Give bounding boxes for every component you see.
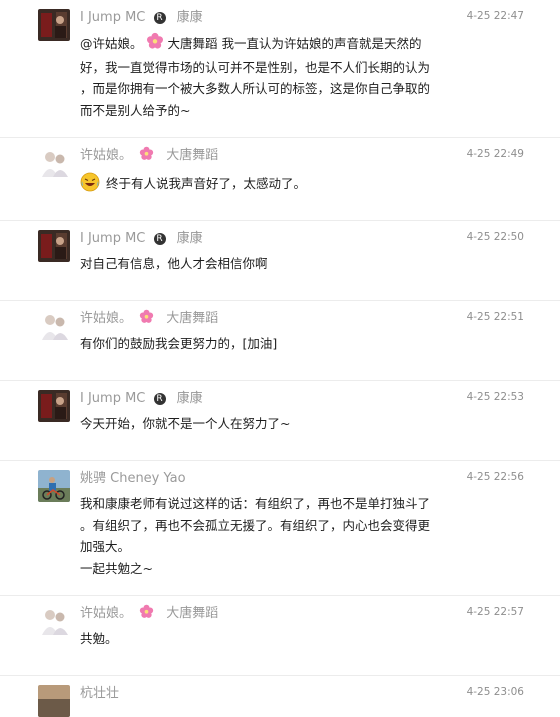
comment-text: 对自己有信息，他人才会相信你啊: [80, 253, 524, 275]
user-tag[interactable]: 康康: [177, 10, 203, 25]
comment-time: 4-25 22:50: [466, 231, 524, 243]
comment-list: I Jump MC R 康康 4-25 22:47 @许姑娘。 大唐舞蹈 我一直认…: [0, 0, 560, 717]
comment-text-line: 而不是别人给予的~: [80, 102, 191, 118]
comment-header: I Jump MC R 康康: [80, 8, 524, 28]
comment-text-line: 一起共勉之~: [80, 560, 153, 576]
comment-item: 杭壮壮 4-25 23:06: [0, 676, 560, 717]
comment-time: 4-25 22:47: [466, 10, 524, 22]
comment-time: 4-25 23:06: [466, 686, 524, 698]
avatar[interactable]: [38, 147, 70, 179]
comment-header: 杭壮壮: [80, 684, 524, 704]
user-name[interactable]: 姚骋 Cheney Yao: [80, 471, 186, 486]
user-name[interactable]: 许姑娘。: [80, 148, 132, 163]
user-name[interactable]: I Jump MC: [80, 391, 145, 406]
comment-item: 许姑娘。 大唐舞蹈 4-25 22:49 终于有人说我声音好了，太感动了。: [0, 138, 560, 221]
flower-icon: [139, 309, 154, 331]
comment-item: 许姑娘。 大唐舞蹈 4-25 22:57 共勉。: [0, 596, 560, 676]
user-name[interactable]: 杭壮壮: [80, 686, 119, 701]
comment-item: 姚骋 Cheney Yao 4-25 22:56 我和康康老师有说过这样的话：有…: [0, 461, 560, 596]
comment-text-line: 好，我一直觉得市场的认可并不是性别，也是不人们长期的认为: [80, 59, 431, 75]
comment-item: I Jump MC R 康康 4-25 22:53 今天开始，你就不是一个人在努…: [0, 381, 560, 461]
comment-text-line: 今天开始，你就不是一个人在努力了~: [80, 416, 291, 431]
comment-text-line: 共勉。: [80, 631, 118, 646]
flower-icon: [139, 146, 154, 168]
avatar[interactable]: [38, 230, 70, 262]
comment-text: 有你们的鼓励我会更努力的，[加油]: [80, 333, 524, 355]
user-name[interactable]: 许姑娘。: [80, 606, 132, 621]
flower-icon: [139, 604, 154, 626]
comment-header: 姚骋 Cheney Yao: [80, 469, 524, 489]
comment-text-line: ，而是你拥有一个被大多数人所认可的标签，这是你自己争取的: [80, 81, 431, 96]
comment-text: 我和康康老师有说过这样的话：有组织了，再也不是单打独斗了 。有组织了，再也不会孤…: [80, 493, 524, 579]
flower-icon: [146, 32, 164, 57]
comment-text: @许姑娘。 大唐舞蹈 我一直认为许姑娘的声音就是天然的 好，我一直觉得市场的认可并…: [80, 32, 524, 121]
comment-text: 共勉。: [80, 628, 524, 650]
comment-time: 4-25 22:49: [466, 148, 524, 160]
comment-header: 许姑娘。 大唐舞蹈: [80, 604, 524, 624]
avatar[interactable]: [38, 605, 70, 637]
user-name[interactable]: I Jump MC: [80, 231, 145, 246]
verified-icon: R: [153, 12, 166, 24]
verified-icon: R: [153, 233, 166, 245]
avatar[interactable]: [38, 310, 70, 342]
comment-text-line: 终于有人说我声音好了，太感动了。: [106, 176, 307, 191]
comment-text-line: 对自己有信息，他人才会相信你啊: [80, 256, 268, 271]
mention-link[interactable]: @许姑娘。: [80, 36, 143, 51]
comment-item: I Jump MC R 康康 4-25 22:50 对自己有信息，他人才会相信你…: [0, 221, 560, 301]
comment-header: 许姑娘。 大唐舞蹈: [80, 309, 524, 329]
laughing-crying-emoji-icon: [80, 172, 100, 199]
topic-tag[interactable]: 大唐舞蹈: [168, 36, 218, 51]
avatar[interactable]: [38, 9, 70, 41]
comment-text: 终于有人说我声音好了，太感动了。: [80, 172, 524, 199]
user-tag[interactable]: 大唐舞蹈: [166, 606, 218, 621]
comment-text-line: 我和康康老师有说过这样的话：有组织了，再也不是单打独斗了: [80, 496, 431, 511]
comment-header: 许姑娘。 大唐舞蹈: [80, 146, 524, 166]
comment-text-line: 加强大。: [80, 539, 131, 554]
comment-text-line: 有你们的鼓励我会更努力的，[加油]: [80, 336, 278, 351]
comment-item: 许姑娘。 大唐舞蹈 4-25 22:51 有你们的鼓励我会更努力的，[加油]: [0, 301, 560, 381]
user-tag[interactable]: 康康: [177, 231, 203, 246]
user-tag[interactable]: 大唐舞蹈: [166, 311, 218, 326]
comment-text-line: 。有组织了，再也不会孤立无援了。有组织了，内心也会变得更: [80, 517, 431, 533]
comment-time: 4-25 22:53: [466, 391, 524, 403]
avatar[interactable]: [38, 685, 70, 717]
comment-time: 4-25 22:56: [466, 471, 524, 483]
avatar[interactable]: [38, 470, 70, 502]
user-tag[interactable]: 康康: [177, 391, 203, 406]
comment-text: 今天开始，你就不是一个人在努力了~: [80, 413, 524, 435]
user-tag[interactable]: 大唐舞蹈: [166, 148, 218, 163]
avatar[interactable]: [38, 390, 70, 422]
user-name[interactable]: I Jump MC: [80, 10, 145, 25]
comment-time: 4-25 22:57: [466, 606, 524, 618]
verified-icon: R: [153, 393, 166, 405]
comment-item: I Jump MC R 康康 4-25 22:47 @许姑娘。 大唐舞蹈 我一直认…: [0, 0, 560, 138]
comment-header: I Jump MC R 康康: [80, 389, 524, 409]
comment-time: 4-25 22:51: [466, 311, 524, 323]
user-name[interactable]: 许姑娘。: [80, 311, 132, 326]
comment-header: I Jump MC R 康康: [80, 229, 524, 249]
comment-text-line: 我一直认为许姑娘的声音就是天然的: [221, 36, 422, 51]
